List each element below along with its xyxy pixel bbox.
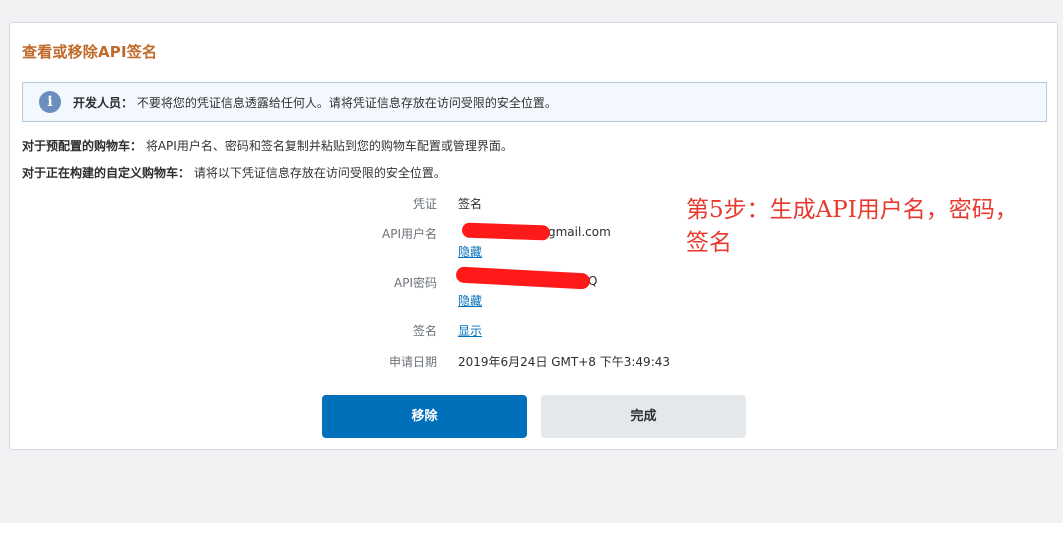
preconfigured-cart-instruction: 对于预配置的购物车： 将API用户名、密码和签名复制并粘贴到您的购物车配置或管理… xyxy=(22,137,513,154)
notice-text: 开发人员： 不要将您的凭证信息透露给任何人。请将凭证信息存放在访问受限的安全位置… xyxy=(73,94,557,111)
password-redaction xyxy=(455,266,591,290)
info-icon: i xyxy=(39,91,61,113)
done-button[interactable]: 完成 xyxy=(541,395,746,438)
remove-button[interactable]: 移除 xyxy=(322,395,527,438)
api-username-value: gmail.com xyxy=(548,225,611,239)
custom-text: 请将以下凭证信息存放在访问受限的安全位置。 xyxy=(193,166,446,180)
card-title: 查看或移除API签名 xyxy=(22,43,158,61)
show-signature-link[interactable]: 显示 xyxy=(458,322,482,339)
signature-label: 签名 xyxy=(412,324,437,338)
request-date-value: 2019年6月24日 GMT+8 下午3:49:43 xyxy=(458,355,671,369)
api-password-label: API密码 xyxy=(394,276,437,290)
hide-password-link[interactable]: 隐藏 xyxy=(458,292,482,309)
api-username-label: API用户名 xyxy=(382,227,437,241)
credential-type-label: 凭证 xyxy=(412,197,437,211)
hide-username-link[interactable]: 隐藏 xyxy=(458,243,482,260)
preconfigured-text: 将API用户名、密码和签名复制并粘贴到您的购物车配置或管理界面。 xyxy=(145,139,513,153)
notice-label: 开发人员： xyxy=(73,96,134,110)
notice-body: 不要将您的凭证信息透露给任何人。请将凭证信息存放在访问受限的安全位置。 xyxy=(136,96,557,110)
custom-cart-instruction: 对于正在构建的自定义购物车： 请将以下凭证信息存放在访问受限的安全位置。 xyxy=(22,164,446,181)
request-date-label: 申请日期 xyxy=(388,355,437,369)
preconfigured-label: 对于预配置的购物车： xyxy=(22,139,143,153)
credential-type-value: 签名 xyxy=(458,197,483,211)
username-redaction xyxy=(461,222,551,241)
custom-label: 对于正在构建的自定义购物车： xyxy=(22,166,191,180)
step-annotation: 第5步：生成API用户名，密码，签名 xyxy=(686,197,1018,256)
developer-notice: i 开发人员： 不要将您的凭证信息透露给任何人。请将凭证信息存放在访问受限的安全… xyxy=(22,82,1047,122)
